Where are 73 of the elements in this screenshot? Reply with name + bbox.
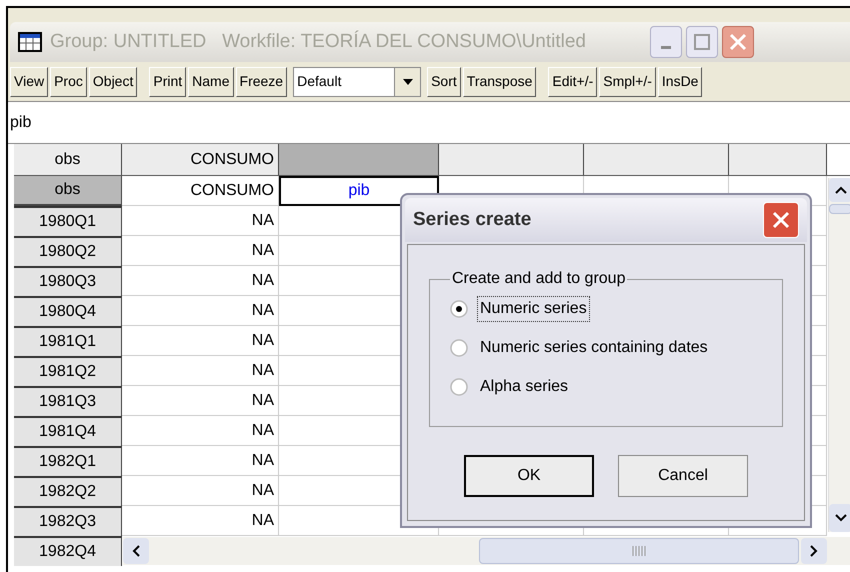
row-header: 1982Q4 (14, 536, 122, 566)
radio-icon (450, 300, 468, 318)
vertical-scrollbar[interactable] (828, 178, 850, 532)
table-cell: NA (122, 506, 279, 536)
horizontal-scrollbar[interactable] (123, 537, 850, 565)
row-header: 1980Q3 (14, 266, 122, 296)
column-header[interactable] (729, 144, 827, 175)
column-header[interactable] (584, 144, 729, 175)
scroll-up-icon (834, 186, 846, 194)
toolbar-button[interactable]: Proc (50, 66, 87, 96)
minimize-button[interactable] (650, 26, 682, 58)
radio-option[interactable]: Numeric series containing dates (450, 336, 710, 360)
scroll-thumb[interactable] (829, 204, 850, 214)
scroll-down-icon (834, 514, 846, 522)
toolbar-button[interactable]: Edit+/- (548, 66, 598, 96)
table-cell: NA (122, 416, 279, 446)
table-cell: NA (122, 296, 279, 326)
radio-option[interactable]: Alpha series (450, 375, 570, 399)
column-header[interactable]: obs (14, 144, 122, 175)
row-header: 1982Q1 (14, 446, 122, 476)
row-header: 1981Q1 (14, 326, 122, 356)
toolbar-button[interactable]: Print (149, 66, 186, 96)
row-header: 1980Q1 (14, 206, 122, 236)
toolbar-button[interactable]: InsDe (658, 66, 702, 96)
table-cell: NA (122, 476, 279, 506)
close-button[interactable] (722, 26, 754, 58)
close-icon (729, 33, 747, 51)
series-name-cell[interactable]: CONSUMO (122, 176, 279, 206)
toolbar-button[interactable]: Object (88, 66, 138, 96)
table-cell: NA (122, 266, 279, 296)
row-header: 1982Q3 (14, 506, 122, 536)
maximize-button[interactable] (686, 26, 718, 58)
close-icon (772, 211, 790, 229)
table-cell: NA (122, 446, 279, 476)
scroll-right-icon (810, 545, 818, 557)
table-cell: NA (122, 206, 279, 236)
row-header: 1981Q4 (14, 416, 122, 446)
maximize-icon (694, 34, 710, 50)
caret-icon (402, 78, 413, 84)
column-header[interactable]: CONSUMO (122, 144, 279, 175)
toolbar-button[interactable]: View (10, 66, 48, 96)
table-cell: NA (122, 356, 279, 386)
view-dropdown[interactable]: Default (293, 66, 422, 96)
radio-icon (450, 378, 468, 396)
window-title: Group: UNTITLED Workfile: TEORÍA DEL CONSUMO\Untitled (50, 30, 586, 54)
radio-icon (450, 339, 468, 357)
row-header: 1980Q4 (14, 296, 122, 326)
toolbar-button[interactable]: Transpose (462, 66, 536, 96)
grip-icon (632, 546, 646, 556)
row-header: 1982Q2 (14, 476, 122, 506)
column-header[interactable] (279, 144, 439, 175)
toolbar-button[interactable]: Smpl+/- (599, 66, 656, 96)
row-header: 1981Q3 (14, 386, 122, 416)
window-icon (18, 32, 42, 52)
toolbar-button[interactable]: Name (188, 66, 234, 96)
row-header: 1980Q2 (14, 236, 122, 266)
radio-option[interactable]: Numeric series (450, 297, 589, 321)
toolbar-button[interactable]: Sort (427, 66, 461, 96)
minimize-icon (661, 46, 671, 49)
column-header[interactable] (439, 144, 584, 175)
row-header: obs (14, 176, 122, 206)
table-cell: NA (122, 236, 279, 266)
scroll-thumb[interactable] (479, 538, 799, 564)
group-label: Create and add to group (451, 269, 626, 289)
scroll-left-icon (132, 545, 140, 557)
dialog-button[interactable]: Cancel (618, 455, 748, 497)
command-field[interactable]: pib (8, 102, 850, 144)
toolbar-button[interactable]: Freeze (236, 66, 288, 96)
table-cell: NA (122, 326, 279, 356)
row-header: 1981Q2 (14, 356, 122, 386)
dialog-button[interactable]: OK (464, 455, 594, 497)
dialog-title: Series create (413, 208, 532, 232)
table-cell: NA (122, 386, 279, 416)
